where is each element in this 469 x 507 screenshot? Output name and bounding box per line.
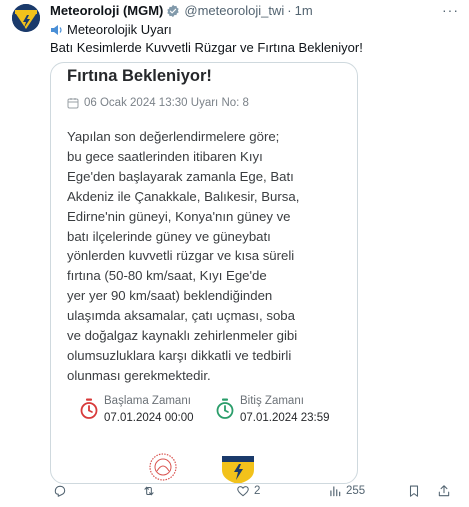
card-title: Fırtına Bekleniyor! — [67, 67, 212, 85]
body-line: batı ilçelerinde güney ve güneybatı — [67, 228, 271, 244]
mgm-logo-icon — [12, 4, 40, 32]
share-button[interactable] — [437, 484, 451, 498]
body-line: olunması gerekmektedir. — [67, 367, 211, 383]
mgm-shield-logo-icon — [221, 456, 255, 483]
warning-image-card[interactable]: Fırtına Bekleniyor! 06 Ocak 2024 13:30 U… — [50, 62, 358, 484]
card-date-text: 06 Ocak 2024 13:30 Uyarı No: 8 — [84, 97, 249, 109]
author-name[interactable]: Meteoroloji (MGM) — [50, 3, 163, 18]
red-timer-icon — [79, 398, 99, 420]
body-line: bu gece saatlerinden itibaren Kıyı — [67, 148, 263, 164]
end-time-value: 07.01.2024 23:59 — [240, 412, 330, 424]
reply-button[interactable] — [53, 484, 71, 498]
views-chart-icon — [330, 486, 341, 497]
retweet-icon — [144, 486, 154, 496]
like-count: 2 — [254, 485, 261, 497]
start-time-label: Başlama Zamanı — [104, 395, 191, 407]
end-time-block: Bitiş Zamanı 07.01.2024 23:59 — [215, 395, 330, 424]
speaker-icon — [50, 24, 64, 36]
like-button[interactable]: 2 — [236, 484, 260, 498]
end-time-label: Bitiş Zamanı — [240, 395, 304, 407]
body-line: olumsuzluklara karşı dikkatli ve tedbirl… — [67, 347, 292, 363]
card-body-text: Yapılan son değerlendirmelere göre; bu g… — [67, 127, 353, 386]
start-time-value: 07.01.2024 00:00 — [104, 412, 194, 424]
body-line: fırtına (50-80 km/saat, Kıyı Ege'de — [67, 268, 267, 284]
heart-icon — [237, 486, 249, 497]
reply-icon — [54, 485, 66, 497]
ministry-seal-icon — [149, 453, 177, 481]
tweet-time[interactable]: 1m — [295, 3, 313, 18]
bookmark-button[interactable] — [407, 484, 421, 498]
body-line: yönlerden kuvvetli rüzgar ve kısa süreli — [67, 248, 295, 264]
more-options-icon[interactable]: ··· — [442, 2, 459, 18]
views-count: 255 — [346, 485, 366, 497]
body-line: ulaşımda aksamalar, çatı uçması, soba — [67, 308, 295, 324]
tweet-actions: 2 255 — [50, 484, 460, 504]
author-handle[interactable]: @meteoroloji_twi — [184, 3, 284, 18]
body-line: Akdeniz ile Çanakkale, Balıkesir, Bursa, — [67, 188, 300, 204]
tweet-header: Meteoroloji (MGM) @meteoroloji_twi · 1m — [50, 3, 313, 18]
body-line: yer yer 90 km/saat) beklendiğinden — [67, 288, 273, 304]
tweet-text-line-1: Meteorolojik Uyarı — [50, 22, 172, 37]
retweet-button[interactable] — [142, 484, 160, 498]
tweet-text-line-2: Batı Kesimlerde Kuvvetli Rüzgar ve Fırtı… — [50, 40, 363, 55]
avatar[interactable] — [12, 4, 40, 32]
tweet[interactable]: Meteoroloji (MGM) @meteoroloji_twi · 1m … — [0, 0, 469, 507]
start-time-block: Başlama Zamanı 07.01.2024 00:00 — [79, 395, 194, 424]
separator-dot: · — [287, 3, 292, 18]
share-icon — [438, 485, 450, 497]
body-line: Ege'den başlayarak zamanla Ege, Batı — [67, 168, 294, 184]
card-date-line: 06 Ocak 2024 13:30 Uyarı No: 8 — [67, 97, 249, 109]
tweet-text-warning: Meteorolojik Uyarı — [67, 22, 172, 37]
verified-badge-icon[interactable] — [166, 4, 180, 18]
body-line: Edirne'nin güneyi, Konya'nın güney ve — [67, 208, 291, 224]
calendar-icon — [67, 97, 79, 109]
body-line: ve doğalgaz kaynaklı zehirlenmeler gibi — [67, 328, 298, 344]
body-line: Yapılan son değerlendirmelere göre; — [67, 129, 280, 144]
green-timer-icon — [215, 398, 235, 420]
bookmark-icon — [409, 485, 419, 497]
views-button[interactable]: 255 — [328, 484, 365, 498]
